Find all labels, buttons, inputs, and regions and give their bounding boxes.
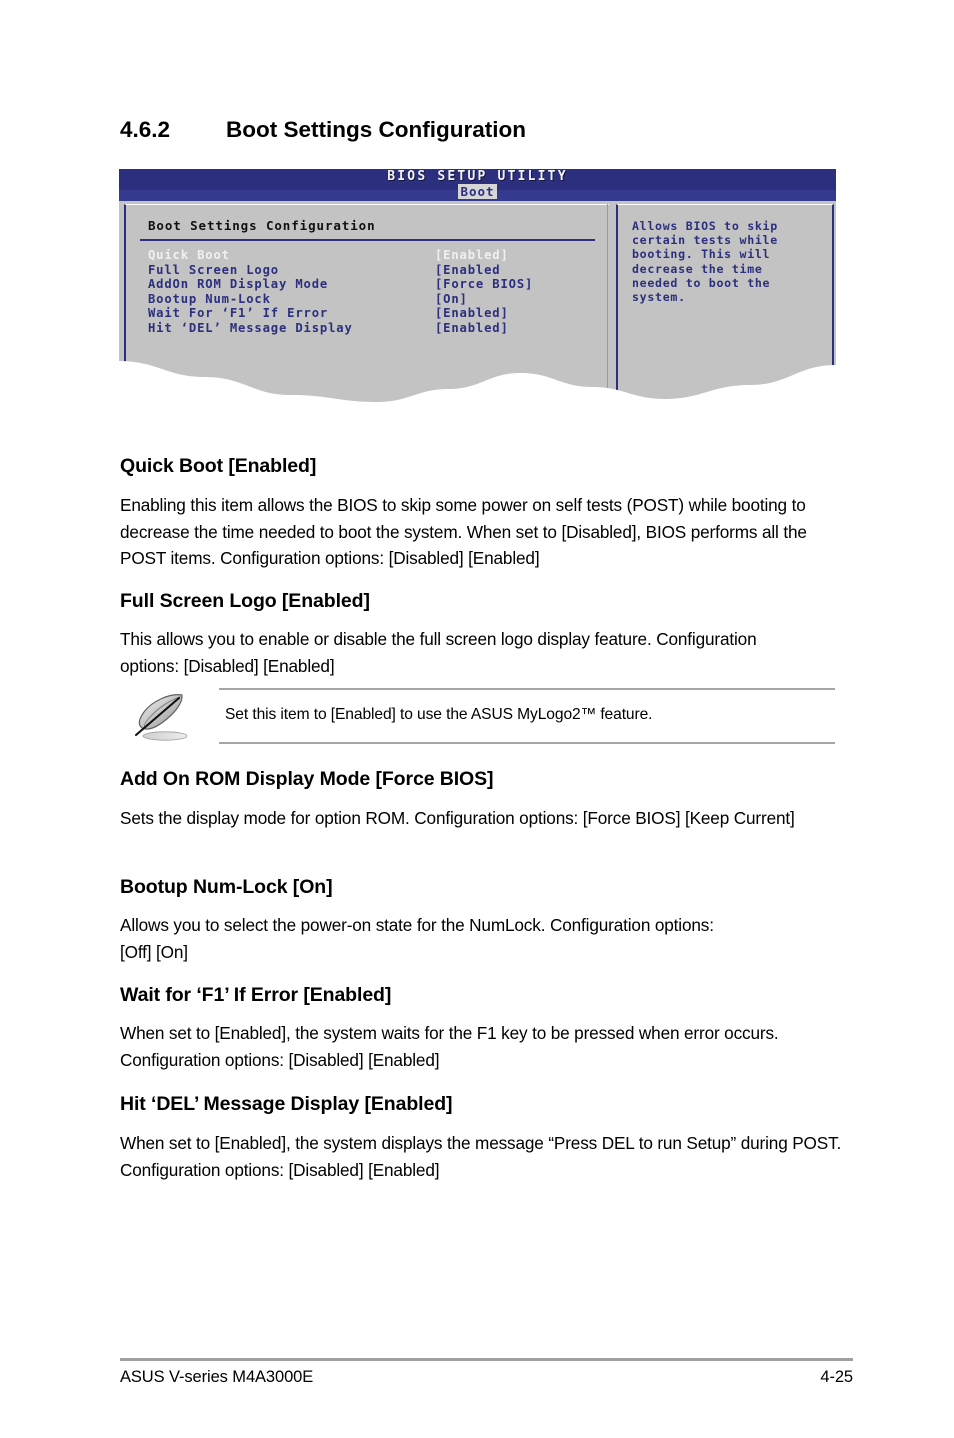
bios-utility-title: BIOS SETUP UTILITY [387, 169, 568, 184]
body-addon-rom-display-mode: Sets the display mode for option ROM. Co… [120, 808, 795, 828]
bios-item-label: Bootup Num-Lock [148, 291, 271, 306]
section-title: Boot Settings Configuration [226, 117, 526, 142]
heading-quick-boot: Quick Boot [Enabled] [120, 455, 317, 477]
heading-bootup-num-lock: Bootup Num-Lock [On] [120, 876, 333, 898]
quill-pen-icon [126, 690, 204, 744]
bios-item-value: [Force BIOS] [435, 277, 534, 291]
body-full-screen-logo: This allows you to enable or disable the… [120, 629, 757, 676]
bios-panel-divider [140, 239, 595, 241]
bios-item-value: [Enabled] [435, 320, 509, 335]
section-heading: 4.6.2 Boot Settings Configuration [120, 117, 880, 143]
heading-addon-rom-display-mode: Add On ROM Display Mode [Force BIOS] [120, 768, 494, 790]
bios-item-label: Wait For ‘F1’ If Error [148, 306, 329, 320]
body-hit-del-message: When set to [Enabled], the system displa… [120, 1133, 842, 1180]
bios-panel-heading: Boot Settings Configuration [148, 218, 376, 233]
note-text: Set this item to [Enabled] to use the AS… [225, 706, 653, 723]
bios-tab-boot-label: Boot [458, 184, 497, 199]
heading-wait-for-f1: Wait for ‘F1’ If Error [Enabled] [120, 984, 392, 1006]
body-bootup-num-lock: Allows you to select the power-on state … [120, 915, 714, 962]
bios-item-value: [Enabled [435, 262, 501, 277]
footer-page-number: 4-25 [820, 1368, 853, 1386]
bios-item-row[interactable]: AddOn ROM Display Mode [Force BIOS] [148, 277, 598, 292]
bios-panel-split [607, 204, 608, 402]
bios-tab-boot[interactable]: Boot [119, 184, 836, 199]
heading-full-screen-logo: Full Screen Logo [Enabled] [120, 590, 370, 612]
bios-item-row[interactable]: Full Screen Logo [Enabled [148, 263, 598, 278]
footer-divider [120, 1358, 853, 1361]
bios-body: Boot Settings Configuration Quick Boot [E… [119, 201, 836, 402]
section-number: 4.6.2 [120, 117, 171, 142]
manual-page: 4.6.2 Boot Settings Configuration BIOS S… [0, 0, 954, 1438]
bios-item-list: Quick Boot [Enabled] Full Screen Logo [Enab… [148, 248, 598, 335]
bios-item-value: [On] [435, 291, 468, 306]
bios-item-label: Full Screen Logo [148, 262, 279, 277]
body-quick-boot: Enabling this item allows the BIOS to sk… [120, 495, 807, 568]
bios-item-row[interactable]: Wait For ‘F1’ If Error [Enabled] [148, 306, 598, 321]
bios-item-value: [Enabled] [435, 306, 509, 320]
note-callout: Set this item to [Enabled] to use the AS… [120, 688, 835, 744]
bios-item-row[interactable]: Hit ‘DEL’ Message Display [Enabled] [148, 321, 598, 336]
footer-product-name: ASUS V-series M4A3000E [120, 1368, 314, 1386]
bios-help-text: Allows BIOS to skip certain tests while … [632, 219, 778, 305]
bios-screenshot-figure: BIOS SETUP UTILITY Boot Boot Settings Co… [119, 169, 836, 402]
note-rule-top [219, 688, 835, 690]
bios-settings-panel: Boot Settings Configuration Quick Boot [E… [124, 204, 609, 402]
bios-item-row[interactable]: Quick Boot [Enabled] [148, 248, 598, 263]
heading-hit-del-message: Hit ‘DEL’ Message Display [Enabled] [120, 1093, 453, 1115]
bios-item-label: Quick Boot [148, 248, 230, 262]
bios-item-row[interactable]: Bootup Num-Lock [On] [148, 292, 598, 307]
bios-item-label: AddOn ROM Display Mode [148, 277, 329, 291]
bios-item-value: [Enabled] [435, 248, 509, 262]
bios-help-panel: Allows BIOS to skip certain tests while … [616, 204, 834, 402]
bios-item-label: Hit ‘DEL’ Message Display [148, 320, 353, 335]
note-rule-bottom [219, 742, 835, 744]
body-wait-for-f1: When set to [Enabled], the system waits … [120, 1023, 779, 1070]
